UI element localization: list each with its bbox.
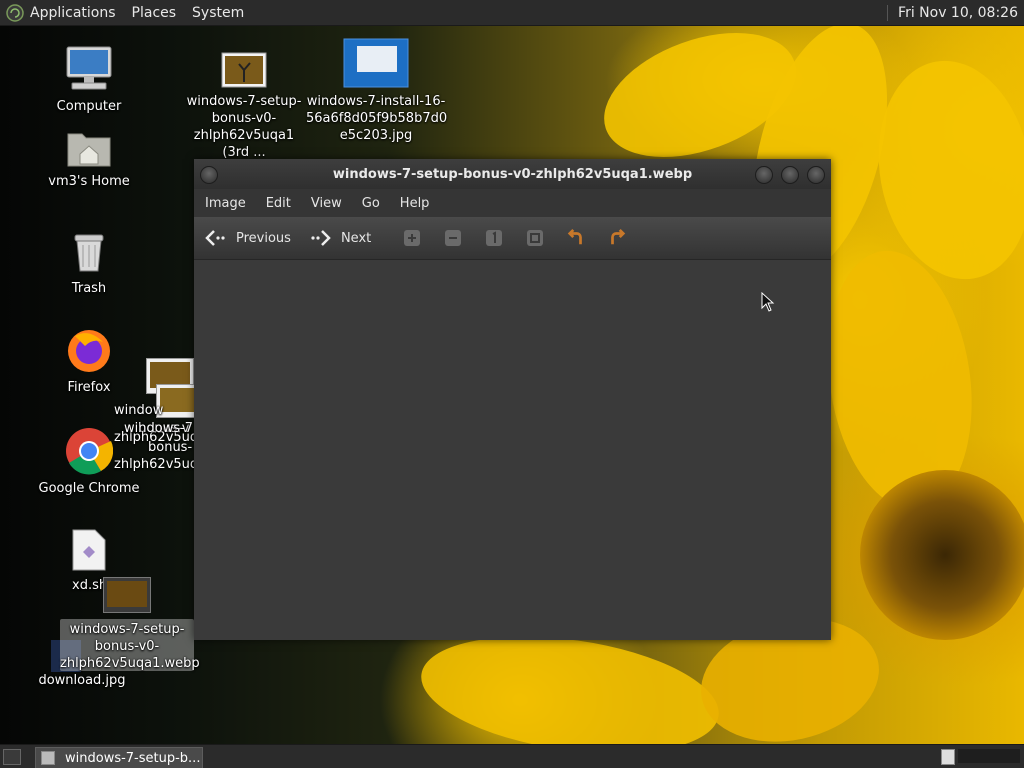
- desktop-icon-label: bonus-v0-: [211, 111, 277, 126]
- taskbar-item-image-viewer[interactable]: windows-7-setup-b...: [35, 747, 203, 768]
- desktop-icon-setup-webp-copy[interactable]: windows-7-setup- bonus-v0- zhlph62v5uqa1…: [184, 52, 304, 161]
- image-viewer-window: windows-7-setup-bonus-v0-zhlph62v5uqa1.w…: [194, 159, 831, 640]
- desktop-icon-stack-labels: window bonus-v zhlph62v5uqa1 windows-7 b…: [114, 402, 194, 473]
- desktop-icon-label: e5c203.jpg: [339, 128, 413, 143]
- system-menu[interactable]: System: [192, 5, 244, 21]
- menu-view[interactable]: View: [311, 196, 342, 211]
- menu-logo-icon[interactable]: [6, 3, 24, 22]
- show-desktop-button[interactable]: [3, 749, 21, 765]
- desktop-icon-label: Trash: [71, 281, 107, 296]
- desktop-icon-label: zhlph62v5uq: [114, 457, 194, 472]
- previous-button[interactable]: Previous: [204, 228, 291, 248]
- next-button[interactable]: Next: [309, 228, 371, 248]
- menubar: Image Edit View Go Help: [194, 189, 831, 217]
- rotate-left-icon[interactable]: [567, 228, 585, 247]
- zoom-in-icon[interactable]: [403, 229, 421, 247]
- top-panel: Applications Places System Fri Nov 10, 0…: [0, 0, 1024, 26]
- workspace-2[interactable]: [958, 749, 1020, 763]
- menu-go[interactable]: Go: [362, 196, 380, 211]
- rotate-right-icon[interactable]: [608, 228, 626, 247]
- image-viewer-app-icon: [41, 751, 55, 765]
- desktop-icon-label: windows-7-setup-: [186, 94, 302, 109]
- firefox-icon: [68, 330, 110, 372]
- script-file-icon: [72, 529, 106, 571]
- arrow-left-icon: [205, 230, 225, 246]
- desktop-icon-label: zhlph62v5uqa1.webp: [60, 656, 200, 671]
- applications-menu[interactable]: Applications: [30, 5, 116, 21]
- trash-icon: [74, 234, 104, 272]
- window-menu-button[interactable]: [200, 166, 218, 184]
- desktop-icon-label: window: [114, 403, 164, 418]
- zoom-out-icon[interactable]: [444, 229, 462, 247]
- desktop-icon-install-jpg[interactable]: windows-7-install-16- 56a6f8d05f9b58b7d0…: [306, 38, 448, 144]
- dragged-item-label[interactable]: windows-7-setup- bonus-v0- zhlph62v5uqa1…: [60, 619, 200, 671]
- desktop-icon-label: vm3's Home: [48, 174, 130, 189]
- taskbar-item-label: windows-7-setup-b...: [65, 750, 201, 766]
- desktop-icon-label: windows-7-install-16-: [306, 94, 446, 109]
- menu-help[interactable]: Help: [400, 196, 430, 211]
- desktop-icon-home[interactable]: vm3's Home: [44, 128, 134, 190]
- menu-edit[interactable]: Edit: [266, 196, 291, 211]
- panel-separator: [887, 4, 890, 21]
- desktop-icon-label: Firefox: [67, 380, 111, 395]
- next-label: Next: [340, 230, 372, 246]
- desktop-icon-trash[interactable]: Trash: [44, 227, 134, 297]
- desktop-icon-label: zhlph62v5uqa1 (3rd ...: [193, 128, 295, 160]
- image-thumbnail-icon: [343, 38, 409, 88]
- maximize-button[interactable]: [781, 166, 799, 184]
- image-view-area[interactable]: [194, 260, 831, 640]
- window-title: windows-7-setup-bonus-v0-zhlph62v5uqa1.w…: [332, 166, 693, 182]
- close-button[interactable]: [807, 166, 825, 184]
- arrow-right-icon: [311, 230, 331, 246]
- desktop-icon-firefox[interactable]: Firefox: [44, 326, 134, 396]
- desktop-icon-label: windows-7: [124, 421, 194, 436]
- zoom-fit-icon[interactable]: [526, 229, 544, 247]
- clock[interactable]: Fri Nov 10, 08:26: [898, 5, 1018, 21]
- menu-image[interactable]: Image: [205, 196, 246, 211]
- desktop-icon-label: 56a6f8d05f9b58b7d0: [306, 111, 448, 126]
- window-titlebar[interactable]: windows-7-setup-bonus-v0-zhlph62v5uqa1.w…: [194, 159, 831, 189]
- desktop-icon-label: bonus-v0-: [94, 639, 160, 654]
- mouse-cursor-icon: [761, 292, 775, 312]
- desktop-icon-label: download.jpg: [38, 673, 126, 688]
- home-folder-icon: [67, 133, 111, 167]
- zoom-normal-icon[interactable]: [485, 229, 503, 247]
- toolbar: Previous Next: [194, 217, 831, 260]
- dragged-image-thumbnail-icon[interactable]: [103, 577, 151, 613]
- workspace-1[interactable]: [941, 749, 955, 765]
- computer-icon: [66, 46, 112, 90]
- bottom-panel: windows-7-setup-b...: [0, 744, 1024, 768]
- desktop-icon-computer[interactable]: Computer: [44, 45, 134, 115]
- chrome-icon: [66, 428, 114, 475]
- image-thumbnail-icon: [221, 52, 267, 88]
- places-menu[interactable]: Places: [132, 5, 177, 21]
- desktop-icon-label: Google Chrome: [38, 481, 140, 496]
- previous-label: Previous: [236, 230, 291, 246]
- desktop-icon-label: Computer: [56, 99, 122, 114]
- desktop-icon-label: windows-7-setup-: [69, 622, 185, 637]
- minimize-button[interactable]: [755, 166, 773, 184]
